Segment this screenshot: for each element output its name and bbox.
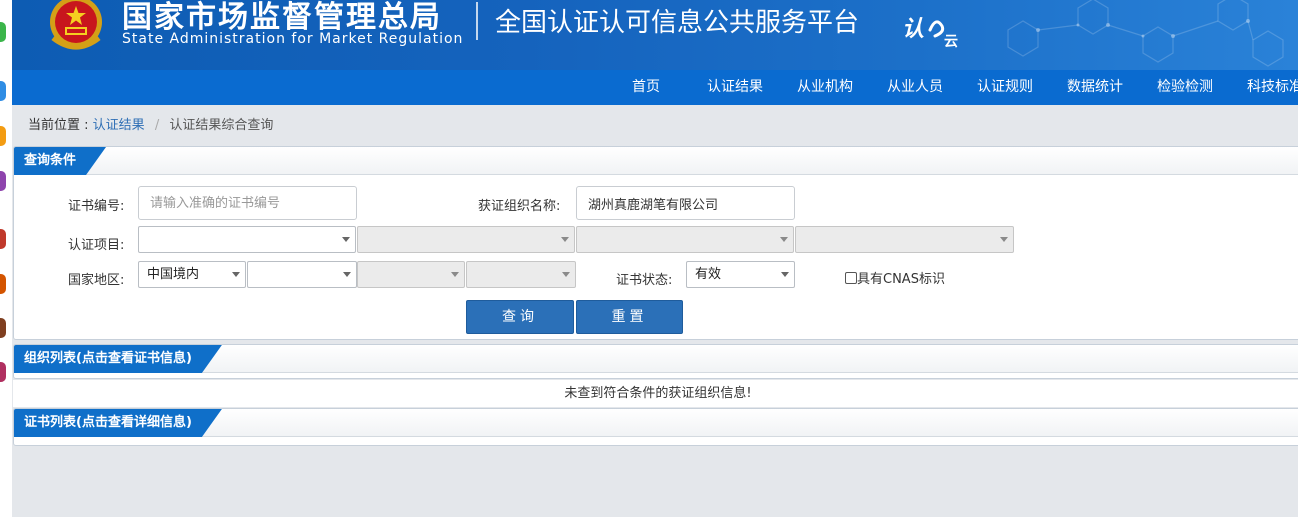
desktop-icon-strip bbox=[0, 0, 12, 517]
org-name-label: 获证组织名称: bbox=[478, 199, 561, 214]
cnas-checkbox[interactable] bbox=[845, 272, 857, 284]
nav-item-statistics[interactable]: 数据统计 bbox=[1067, 70, 1123, 105]
cnas-checkbox-wrapper: 具有CNAS标识 bbox=[845, 268, 945, 287]
nav-item-home[interactable]: 首页 bbox=[632, 70, 660, 105]
org-list-panel-header: 组织列表(点击查看证书信息) bbox=[14, 345, 1298, 373]
hexagon-decoration bbox=[1007, 0, 1284, 67]
cert-project-select-4 bbox=[795, 226, 1014, 253]
header-banner: 国家市场监督管理总局 State Administration for Mark… bbox=[12, 0, 1298, 70]
game-icon-2[interactable] bbox=[0, 274, 6, 294]
org-list-panel-title: 组织列表(点击查看证书信息) bbox=[14, 345, 222, 373]
cert-list-panel: 证书列表(点击查看详细信息) bbox=[13, 408, 1298, 446]
agency-name-en: State Administration for Market Regulati… bbox=[122, 31, 464, 47]
cert-no-input[interactable] bbox=[138, 186, 357, 220]
cert-status-select[interactable]: 有效 bbox=[686, 261, 795, 288]
svg-text:认: 认 bbox=[902, 16, 924, 42]
region-select-province[interactable] bbox=[247, 261, 357, 288]
app-icon-2[interactable] bbox=[0, 81, 6, 101]
query-panel-header: 查询条件 bbox=[14, 147, 1298, 175]
cert-no-label: 证书编号: bbox=[68, 199, 125, 214]
breadcrumb-link-cert-results[interactable]: 认证结果 bbox=[93, 118, 145, 133]
chevron-down-icon bbox=[342, 237, 350, 242]
region-select-value: 中国境内 bbox=[147, 267, 200, 282]
cert-project-select-1[interactable] bbox=[138, 226, 356, 253]
nav-item-inspection[interactable]: 检验检测 bbox=[1157, 70, 1213, 105]
cert-project-select-3 bbox=[576, 226, 794, 253]
game-icon-3[interactable] bbox=[0, 318, 6, 338]
game-icon-4[interactable] bbox=[0, 362, 6, 382]
breadcrumb-current: 认证结果综合查询 bbox=[169, 118, 274, 133]
cnas-checkbox-label: 具有CNAS标识 bbox=[857, 272, 945, 287]
reset-button[interactable]: 重置 bbox=[576, 300, 683, 334]
region-select-country[interactable]: 中国境内 bbox=[138, 261, 246, 288]
org-list-empty-message: 未查到符合条件的获证组织信息! bbox=[13, 380, 1298, 407]
breadcrumb: 当前位置 : 认证结果 / 认证结果综合查询 bbox=[28, 114, 273, 133]
region-select-district bbox=[466, 261, 576, 288]
breadcrumb-separator: / bbox=[154, 118, 160, 133]
nav-item-cert-rules[interactable]: 认证规则 bbox=[977, 70, 1033, 105]
nav-item-tech-standards[interactable]: 科技标准 bbox=[1247, 70, 1298, 105]
query-button[interactable]: 查询 bbox=[466, 300, 574, 334]
cert-list-panel-title: 证书列表(点击查看详细信息) bbox=[14, 409, 222, 437]
header-divider bbox=[476, 2, 478, 40]
chevron-down-icon bbox=[562, 272, 570, 277]
cert-list-panel-header: 证书列表(点击查看详细信息) bbox=[14, 409, 1298, 437]
cert-project-select-2 bbox=[357, 226, 575, 253]
region-label: 国家地区: bbox=[68, 273, 125, 288]
chevron-down-icon bbox=[1000, 237, 1008, 242]
national-emblem-icon bbox=[50, 0, 102, 50]
app-icon-1[interactable] bbox=[0, 22, 6, 42]
renzheng-cloud-logo-icon: 认 云 bbox=[902, 16, 958, 50]
breadcrumb-prefix: 当前位置 : bbox=[28, 118, 89, 133]
main-nav: 首页 认证结果 从业机构 从业人员 认证规则 数据统计 检验检测 科技标准 bbox=[12, 70, 1298, 105]
nav-item-personnel[interactable]: 从业人员 bbox=[887, 70, 943, 105]
org-name-input[interactable] bbox=[576, 186, 795, 220]
chevron-down-icon bbox=[561, 237, 569, 242]
chevron-down-icon bbox=[780, 237, 788, 242]
chevron-down-icon bbox=[343, 272, 351, 277]
svg-text:云: 云 bbox=[944, 34, 958, 50]
nav-item-cert-results[interactable]: 认证结果 bbox=[707, 70, 763, 105]
app-icon-3[interactable] bbox=[0, 126, 6, 146]
cert-status-label: 证书状态: bbox=[616, 273, 673, 288]
chevron-down-icon bbox=[781, 272, 789, 277]
org-list-panel: 组织列表(点击查看证书信息) bbox=[13, 344, 1298, 379]
cert-status-value: 有效 bbox=[695, 267, 722, 282]
game-icon-1[interactable] bbox=[0, 229, 6, 249]
nav-item-institutions[interactable]: 从业机构 bbox=[797, 70, 853, 105]
platform-title: 全国认证认可信息公共服务平台 bbox=[495, 8, 860, 38]
app-icon-4[interactable] bbox=[0, 171, 6, 191]
region-select-city bbox=[357, 261, 465, 288]
chevron-down-icon bbox=[451, 272, 459, 277]
chevron-down-icon bbox=[232, 272, 240, 277]
cert-project-label: 认证项目: bbox=[68, 238, 125, 253]
query-panel-title: 查询条件 bbox=[14, 147, 106, 175]
